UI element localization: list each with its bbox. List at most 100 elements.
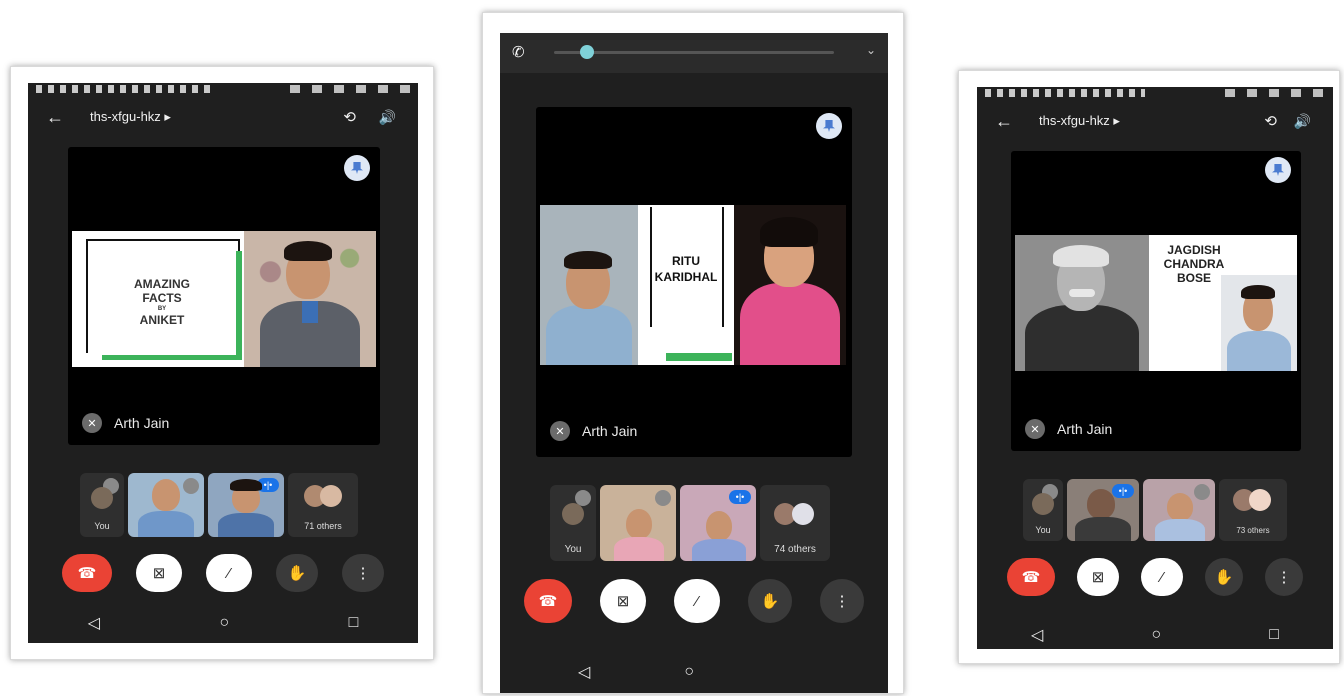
end-call-button[interactable]: ☎ [1007, 558, 1055, 596]
slide-title-line: RITU [672, 254, 700, 268]
speaker-icon[interactable]: 🔊 [1294, 113, 1311, 130]
shared-screen: AMAZING FACTS BY ANIKET [72, 231, 376, 367]
nav-home-icon[interactable]: ○ [684, 663, 694, 681]
others-tile[interactable]: 74 others [760, 485, 830, 561]
slide-title-line: JAGDISH [1167, 243, 1221, 257]
meet-screen-2: ✆ ⌄ RITU KARIDHAL ✕ Arth Jain You •|• 74… [500, 33, 888, 693]
call-controls: ☎ ⊠ ⁄ ✋ ⋮ [500, 579, 888, 623]
more-options-button[interactable]: ⋮ [1265, 558, 1303, 596]
presenter-video [244, 231, 376, 367]
pin-icon[interactable] [344, 155, 370, 181]
back-arrow-icon[interactable]: ← [46, 107, 64, 128]
slide-title-line: CHANDRA [1163, 257, 1225, 271]
mic-off-button[interactable]: ⁄ [1141, 558, 1183, 596]
camera-off-button[interactable]: ⊠ [1077, 558, 1119, 596]
phone-icon[interactable]: ✆ [512, 43, 525, 61]
pinned-presentation[interactable]: JAGDISH CHANDRA BOSE ✕ Arth Jain [1011, 151, 1301, 451]
presenter-video [734, 205, 846, 365]
participant-tile[interactable] [1143, 479, 1215, 541]
chevron-down-icon[interactable]: ⌄ [866, 43, 876, 57]
pinned-presentation[interactable]: AMAZING FACTS BY ANIKET ✕ Arth Jain [68, 147, 380, 445]
nav-recents-icon[interactable]: □ [1269, 626, 1279, 644]
nav-back-icon[interactable]: ◁ [1031, 625, 1043, 645]
more-options-button[interactable]: ⋮ [342, 554, 384, 592]
camera-switch-icon[interactable]: ⟲ [1264, 112, 1277, 130]
self-label: You [94, 521, 110, 531]
self-tile[interactable]: You [550, 485, 596, 561]
presenter-video [1221, 275, 1297, 371]
slide-title-line: FACTS [142, 291, 182, 305]
nav-back-icon[interactable]: ◁ [88, 613, 100, 633]
participant-name-bar: ✕ Arth Jain [1025, 419, 1112, 439]
slide: AMAZING FACTS BY ANIKET [72, 231, 244, 367]
participant-strip: You •|• 74 others [550, 485, 830, 561]
status-bar [28, 83, 418, 97]
slide-title-line: KARIDHAL [654, 270, 718, 284]
participant-tile-speaking[interactable]: •|• [1067, 479, 1139, 541]
participant-name-bar: ✕ Arth Jain [82, 413, 169, 433]
call-controls: ☎ ⊠ ⁄ ✋ ⋮ [28, 553, 418, 593]
participant-tile[interactable] [128, 473, 204, 537]
mic-off-icon: ✕ [550, 421, 570, 441]
shared-screen: RITU KARIDHAL [540, 205, 846, 365]
participant-strip: You •|• 73 others [1023, 479, 1287, 541]
others-tile[interactable]: 71 others [288, 473, 358, 537]
meeting-code[interactable]: ths-xfgu-hkz ▸ [90, 109, 171, 125]
screenshot-frame-3: ← ths-xfgu-hkz ▸ ⟲ 🔊 JAGDISH CHANDRA BOS… [958, 70, 1340, 664]
android-nav-bar: ◁ ○ □ [977, 625, 1333, 645]
slide-title-line: ANIKET [139, 313, 185, 327]
nav-home-icon[interactable]: ○ [219, 614, 229, 632]
participant-tile[interactable] [600, 485, 676, 561]
pin-icon[interactable] [1265, 157, 1291, 183]
slide-title-line: BY [157, 306, 167, 312]
mic-off-icon [183, 478, 199, 494]
raise-hand-button[interactable]: ✋ [748, 579, 792, 623]
end-call-button[interactable]: ☎ [524, 579, 572, 623]
speaking-indicator-icon: •|• [1112, 484, 1134, 498]
nav-back-icon[interactable]: ◁ [578, 662, 590, 682]
pinned-presentation[interactable]: RITU KARIDHAL ✕ Arth Jain [536, 107, 852, 457]
meeting-code[interactable]: ths-xfgu-hkz ▸ [1039, 113, 1120, 129]
slide: JAGDISH CHANDRA BOSE [1149, 235, 1224, 371]
pinned-participant-name: Arth Jain [114, 415, 170, 431]
others-count: 71 others [304, 521, 342, 531]
meet-screen-3: ← ths-xfgu-hkz ▸ ⟲ 🔊 JAGDISH CHANDRA BOS… [977, 87, 1333, 649]
self-tile[interactable]: You [80, 473, 124, 537]
speaker-icon[interactable]: 🔊 [379, 109, 396, 126]
others-count: 73 others [1236, 526, 1270, 535]
status-bar [977, 87, 1333, 101]
camera-switch-icon[interactable]: ⟲ [343, 108, 356, 126]
volume-slider-thumb[interactable] [580, 45, 594, 59]
pinned-participant-name: Arth Jain [582, 423, 638, 439]
speaking-indicator-icon: •|• [729, 490, 751, 504]
android-nav-bar: ◁ ○ [500, 659, 888, 685]
shared-screen: JAGDISH CHANDRA BOSE [1015, 235, 1297, 371]
screenshot-frame-1: ← ths-xfgu-hkz ▸ ⟲ 🔊 AMAZING FACTS BY AN… [10, 66, 434, 660]
camera-off-button[interactable]: ⊠ [600, 579, 646, 623]
nav-recents-icon[interactable]: □ [349, 614, 359, 632]
raise-hand-button[interactable]: ✋ [1205, 558, 1243, 596]
pin-icon[interactable] [816, 113, 842, 139]
participant-tile-speaking[interactable]: •|• [680, 485, 756, 561]
participant-tile-speaking[interactable]: •|• [208, 473, 284, 537]
others-count: 74 others [774, 544, 816, 555]
mic-off-icon [655, 490, 671, 506]
participant-name-bar: ✕ Arth Jain [550, 421, 637, 441]
self-tile[interactable]: You [1023, 479, 1063, 541]
slide-title-line: AMAZING [134, 277, 190, 291]
participant-video [540, 205, 638, 365]
mic-off-icon: ✕ [82, 413, 102, 433]
mic-off-button[interactable]: ⁄ [206, 554, 252, 592]
nav-home-icon[interactable]: ○ [1151, 626, 1161, 644]
mic-off-button[interactable]: ⁄ [674, 579, 720, 623]
raise-hand-button[interactable]: ✋ [276, 554, 318, 592]
participant-strip: You •|• 71 others [80, 473, 358, 537]
others-tile[interactable]: 73 others [1219, 479, 1287, 541]
end-call-button[interactable]: ☎ [62, 554, 112, 592]
more-options-button[interactable]: ⋮ [820, 579, 864, 623]
mic-off-icon [1194, 484, 1210, 500]
back-arrow-icon[interactable]: ← [995, 111, 1013, 132]
portrait-image [1015, 235, 1149, 371]
camera-off-button[interactable]: ⊠ [136, 554, 182, 592]
self-label: You [1035, 525, 1051, 535]
